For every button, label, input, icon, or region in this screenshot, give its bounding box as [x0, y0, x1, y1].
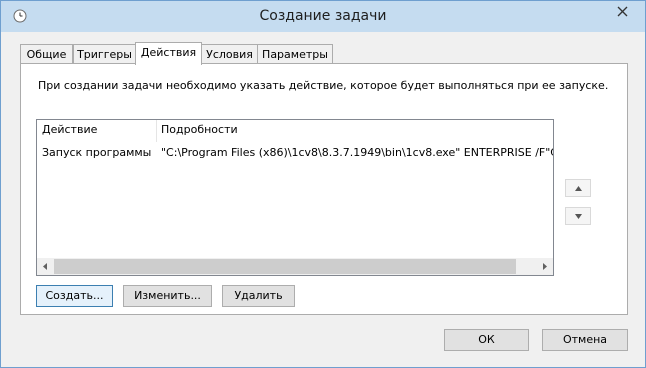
- row-details: "C:\Program Files (x86)\1cv8\8.3.7.1949\…: [161, 146, 553, 159]
- table-row[interactable]: Запуск программы "C:\Program Files (x86)…: [37, 146, 553, 162]
- create-action-button[interactable]: Создать...: [36, 285, 113, 307]
- scroll-right-button[interactable]: [536, 258, 553, 275]
- scrollbar-thumb[interactable]: [54, 259, 516, 274]
- actions-list[interactable]: Действие Подробности Запуск программы "C…: [36, 119, 554, 276]
- title-bar[interactable]: Создание задачи: [1, 1, 645, 32]
- tab-conditions[interactable]: Условия: [201, 44, 258, 63]
- close-icon: [617, 6, 627, 16]
- tab-triggers[interactable]: Триггеры: [73, 44, 136, 63]
- ok-button[interactable]: ОК: [444, 329, 529, 351]
- create-task-dialog: Создание задачи Общие Триггеры Действия …: [0, 0, 646, 368]
- horizontal-scrollbar[interactable]: [37, 258, 553, 275]
- arrow-down-icon: [574, 213, 582, 219]
- tab-parameters[interactable]: Параметры: [257, 44, 333, 63]
- delete-action-button[interactable]: Удалить: [222, 285, 295, 307]
- list-header: Действие Подробности: [37, 120, 553, 142]
- cancel-button[interactable]: Отмена: [542, 329, 628, 351]
- row-action: Запуск программы: [42, 146, 152, 159]
- chevron-left-icon: [43, 263, 47, 270]
- actions-tab-panel: При создании задачи необходимо указать д…: [20, 63, 628, 315]
- move-down-button[interactable]: [565, 207, 591, 225]
- column-header-details[interactable]: Подробности: [161, 123, 238, 136]
- tab-general[interactable]: Общие: [20, 44, 73, 63]
- close-button[interactable]: [605, 1, 639, 21]
- scroll-left-button[interactable]: [37, 258, 54, 275]
- edit-action-button[interactable]: Изменить...: [123, 285, 212, 307]
- column-header-action[interactable]: Действие: [42, 123, 97, 136]
- chevron-right-icon: [543, 263, 547, 270]
- arrow-up-icon: [574, 185, 582, 191]
- move-up-button[interactable]: [565, 179, 591, 197]
- tab-actions[interactable]: Действия: [135, 42, 202, 65]
- actions-description: При создании задачи необходимо указать д…: [38, 79, 609, 92]
- column-divider[interactable]: [156, 120, 157, 142]
- window-title: Создание задачи: [259, 8, 387, 24]
